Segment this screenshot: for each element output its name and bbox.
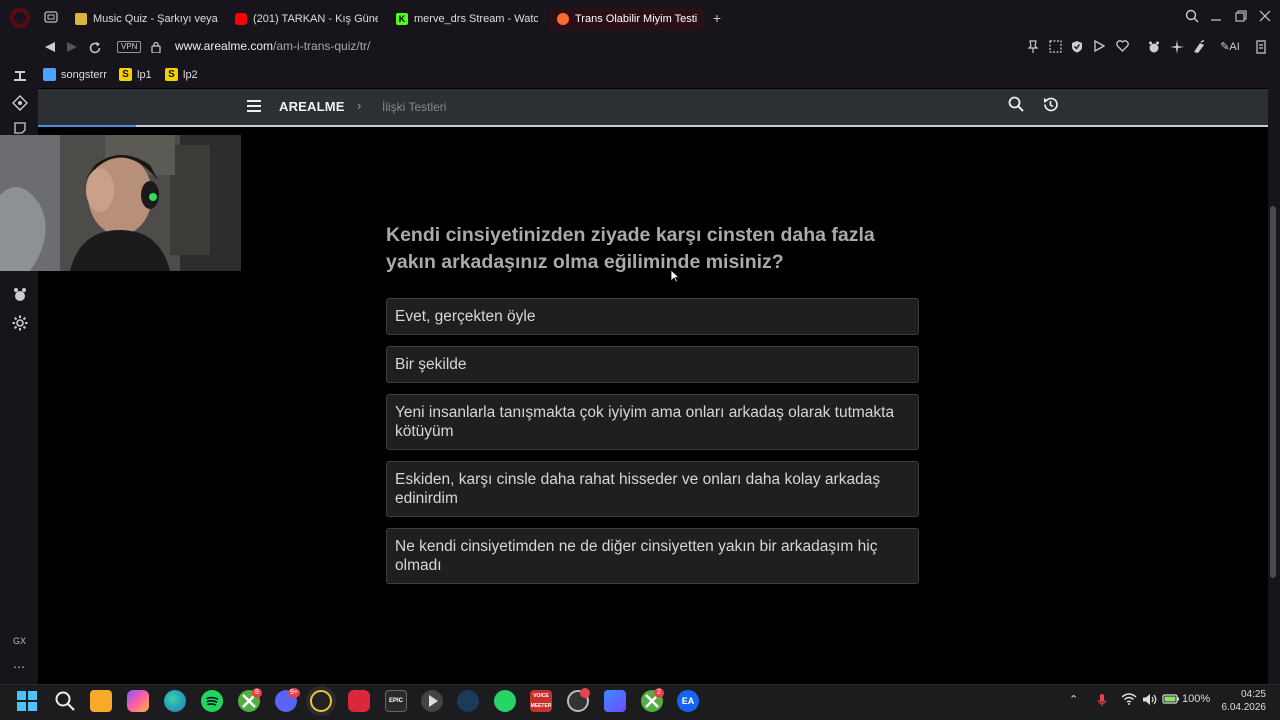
tab-kick-stream[interactable]: K merve_drs Stream - Watch [396, 8, 538, 30]
answer-option-3[interactable]: Yeni insanlarla tanışmakta çok iyiyim am… [386, 394, 919, 450]
hamburger-menu-icon[interactable] [247, 100, 261, 112]
battery-level: 100% [1182, 693, 1211, 705]
webcam-overlay [0, 135, 241, 271]
overwolf-badge [580, 688, 590, 698]
answer-option-4[interactable]: Eskiden, karşı cinsle daha rahat hissede… [386, 461, 919, 517]
bookmark-lp1[interactable]: S lp1 [119, 68, 152, 81]
screen: Music Quiz - Şarkıyı veya (201) TARKAN -… [0, 0, 1280, 720]
url-field[interactable]: www.arealme.com/am-i-trans-quiz/tr/ [175, 39, 370, 53]
taskbar-clock[interactable]: 04:25 6.04.2026 [1220, 688, 1267, 714]
xbox-app-badge: 2 [654, 688, 664, 698]
gx-mods-sidebar-icon[interactable] [12, 287, 28, 303]
songsterr-icon [43, 68, 56, 81]
gx-cleaner-icon[interactable] [1192, 39, 1206, 54]
header-divider [38, 125, 1268, 127]
clock-time: 04:25 [1240, 689, 1266, 700]
app-red-icon[interactable] [348, 690, 370, 712]
spotify-icon[interactable] [201, 690, 223, 712]
media-player-icon[interactable] [421, 690, 443, 712]
app-blue-icon[interactable] [604, 690, 626, 712]
kick-icon: K [396, 13, 408, 25]
opera-gx-logo[interactable] [10, 8, 30, 28]
s-icon: S [165, 68, 178, 81]
steam-icon[interactable] [457, 690, 479, 712]
youtube-icon [235, 13, 247, 25]
gx-label: GX [13, 636, 27, 646]
sparkle-icon[interactable] [1170, 40, 1184, 54]
edge-icon[interactable] [164, 690, 186, 712]
opera-gx-taskbar-icon[interactable] [310, 690, 332, 712]
gx-control-icon[interactable] [12, 67, 28, 83]
reading-progress [38, 125, 136, 127]
url-path: /am-i-trans-quiz/tr/ [273, 39, 371, 53]
voicemeeter-icon[interactable]: VOICE MEETER [530, 690, 552, 712]
tab-trans-test[interactable]: Trans Olabilir Miyim Testi [549, 8, 704, 30]
volume-icon[interactable] [1142, 693, 1158, 709]
copilot-icon[interactable] [127, 690, 149, 712]
s-icon: S [119, 68, 132, 81]
history-icon[interactable] [1042, 96, 1059, 113]
bookmark-lp2[interactable]: S lp2 [165, 68, 198, 81]
aria-ai-button[interactable]: ✎AI [1216, 40, 1244, 54]
restore-button[interactable] [1233, 9, 1249, 25]
answer-option-2[interactable]: Bir şekilde [386, 346, 919, 383]
reload-button[interactable] [87, 41, 103, 55]
breadcrumb-category[interactable]: İlişki Testleri [382, 100, 446, 114]
minimize-button[interactable] [1208, 9, 1224, 25]
workspaces-icon[interactable] [44, 11, 58, 23]
tab-music-quiz[interactable]: Music Quiz - Şarkıyı veya [75, 8, 220, 30]
site-logo[interactable]: AREALME [279, 99, 345, 114]
discord-badge: 9+ [288, 688, 300, 698]
arealme-icon [557, 13, 569, 25]
clock-date: 6.04.2026 [1221, 702, 1267, 713]
epic-games-icon[interactable]: EPIC [385, 690, 407, 712]
mouse-cursor-icon [670, 269, 681, 283]
battery-icon[interactable] [1162, 693, 1180, 708]
close-window-button[interactable] [1257, 9, 1273, 25]
easy-setup-icon[interactable] [1254, 40, 1268, 54]
settings-gear-icon[interactable] [12, 315, 28, 331]
search-tabs-icon[interactable] [1184, 9, 1200, 25]
windows-start-icon[interactable] [16, 690, 38, 712]
breadcrumb-chevron-icon: › [357, 98, 362, 113]
site-search-icon[interactable] [1008, 96, 1024, 112]
adblock-shield-icon[interactable] [1070, 40, 1084, 54]
heart-icon[interactable] [1115, 40, 1129, 54]
sidebar-more-icon[interactable]: ⋯ [13, 660, 25, 674]
new-tab-button[interactable]: + [710, 11, 724, 25]
quiz-question: Kendi cinsiyetinizden ziyade karşı cinst… [386, 224, 875, 273]
vpn-badge[interactable]: VPN [117, 41, 142, 53]
gx-corner-icon[interactable] [12, 95, 28, 111]
music-quiz-icon [75, 13, 87, 25]
gx-mods-icon[interactable] [1147, 40, 1161, 54]
ea-app-icon[interactable]: EA [677, 690, 699, 712]
url-host: www.arealme.com [175, 39, 274, 53]
bookmark-songsterr[interactable]: songsterr [43, 68, 107, 81]
snapshot-icon[interactable] [1048, 40, 1062, 54]
microphone-icon[interactable] [1097, 693, 1107, 710]
site-header [38, 89, 1268, 125]
forward-button[interactable] [64, 41, 80, 55]
scrollbar-thumb[interactable] [1270, 206, 1276, 578]
tab-youtube[interactable]: (201) TARKAN - Kış Güneşi [235, 8, 378, 30]
whatsapp-icon[interactable] [494, 690, 516, 712]
xbox-badge: 8 [252, 688, 262, 698]
pin-icon[interactable] [1026, 40, 1040, 54]
lock-icon[interactable] [151, 40, 161, 54]
taskbar-search-icon[interactable] [54, 690, 76, 712]
back-button[interactable] [42, 41, 58, 55]
tray-chevron-icon[interactable]: ⌃ [1069, 693, 1078, 706]
taskbar [0, 684, 1280, 720]
sticky-app-icon[interactable] [90, 690, 112, 712]
answer-option-1[interactable]: Evet, gerçekten öyle [386, 298, 919, 335]
answer-option-5[interactable]: Ne kendi cinsiyetimden ne de diğer cinsi… [386, 528, 919, 584]
player-icon[interactable] [1092, 39, 1106, 54]
wifi-icon[interactable] [1121, 693, 1137, 708]
